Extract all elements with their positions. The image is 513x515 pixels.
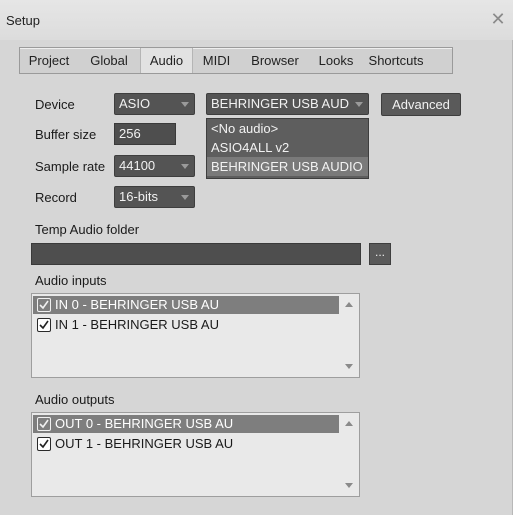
title-bar: Setup ✕ (0, 0, 513, 40)
sample-rate-select[interactable]: 44100 (114, 155, 195, 177)
dropdown-option-no-audio[interactable]: <No audio> (207, 119, 368, 138)
record-label: Record (35, 190, 77, 205)
tab-global[interactable]: Global (78, 48, 140, 73)
sample-rate-value: 44100 (119, 158, 156, 173)
window-title: Setup (6, 13, 40, 28)
audio-inputs-list: IN 0 - BEHRINGER USB AU IN 1 - BEHRINGER… (31, 293, 360, 378)
chevron-down-icon (181, 195, 189, 200)
browse-folder-button[interactable]: ... (369, 243, 391, 265)
checkbox-checked-icon[interactable] (37, 318, 51, 332)
checkbox-checked-icon[interactable] (37, 437, 51, 451)
close-icon[interactable]: ✕ (489, 9, 507, 29)
audio-input-item[interactable]: IN 1 - BEHRINGER USB AU (33, 316, 339, 334)
tab-looks[interactable]: Looks (310, 48, 362, 73)
inputs-scrollbar[interactable] (340, 295, 358, 376)
tab-audio[interactable]: Audio (140, 48, 193, 73)
tab-shortcuts[interactable]: Shortcuts (362, 48, 430, 73)
device-type-select[interactable]: ASIO (114, 93, 195, 115)
scroll-up-icon[interactable] (345, 421, 353, 426)
audio-outputs-label: Audio outputs (35, 392, 115, 407)
buffer-size-input[interactable]: 256 (114, 123, 176, 145)
tab-midi[interactable]: MIDI (193, 48, 240, 73)
audio-output-label: OUT 1 - BEHRINGER USB AU (55, 436, 234, 451)
outputs-scrollbar[interactable] (340, 414, 358, 495)
audio-inputs-label: Audio inputs (35, 273, 107, 288)
chevron-down-icon (355, 102, 363, 107)
dropdown-option-behringer[interactable]: BEHRINGER USB AUDIO (207, 157, 368, 176)
device-label: Device (35, 97, 75, 112)
audio-input-label: IN 1 - BEHRINGER USB AU (55, 317, 219, 332)
temp-folder-input[interactable] (31, 243, 361, 265)
audio-outputs-list: OUT 0 - BEHRINGER USB AU OUT 1 - BEHRING… (31, 412, 360, 497)
scroll-down-icon[interactable] (345, 483, 353, 488)
device-type-value: ASIO (119, 96, 151, 111)
audio-input-label: IN 0 - BEHRINGER USB AU (55, 297, 219, 312)
tab-bar: Project Global Audio MIDI Browser Looks … (19, 47, 453, 74)
device-name-value: BEHRINGER USB AUD (211, 96, 349, 111)
chevron-down-icon (181, 164, 189, 169)
audio-output-label: OUT 0 - BEHRINGER USB AU (55, 416, 234, 431)
audio-input-item[interactable]: IN 0 - BEHRINGER USB AU (33, 296, 339, 314)
temp-folder-label: Temp Audio folder (35, 222, 140, 237)
tab-project[interactable]: Project (20, 48, 78, 73)
setup-window: Setup ✕ Project Global Audio MIDI Browse… (0, 0, 513, 515)
sample-rate-label: Sample rate (35, 159, 106, 174)
device-dropdown-list: <No audio> ASIO4ALL v2 BEHRINGER USB AUD… (206, 118, 369, 179)
scroll-down-icon[interactable] (345, 364, 353, 369)
checkbox-checked-icon[interactable] (37, 298, 51, 312)
advanced-button[interactable]: Advanced (381, 93, 461, 116)
scroll-up-icon[interactable] (345, 302, 353, 307)
dropdown-option-asio4all[interactable]: ASIO4ALL v2 (207, 138, 368, 157)
chevron-down-icon (181, 102, 189, 107)
record-select[interactable]: 16-bits (114, 186, 195, 208)
audio-output-item[interactable]: OUT 0 - BEHRINGER USB AU (33, 415, 339, 433)
checkbox-checked-icon[interactable] (37, 417, 51, 431)
tab-browser[interactable]: Browser (240, 48, 310, 73)
buffer-size-label: Buffer size (35, 127, 97, 142)
device-name-select[interactable]: BEHRINGER USB AUD (206, 93, 369, 115)
record-value: 16-bits (119, 189, 159, 204)
audio-output-item[interactable]: OUT 1 - BEHRINGER USB AU (33, 435, 339, 453)
